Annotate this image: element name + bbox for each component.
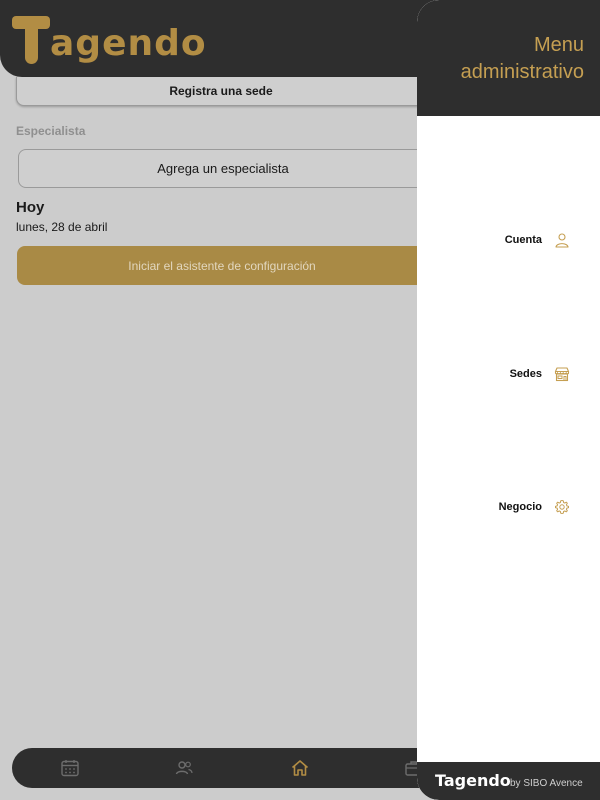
add-especialista-button[interactable]: Agrega un especialista (18, 149, 428, 188)
register-sede-button[interactable]: Registra una sede (16, 77, 426, 106)
user-icon (555, 233, 569, 248)
tagendo-logo: agendo (12, 10, 207, 66)
calendar-icon[interactable] (60, 758, 80, 778)
footer-logo: Tagendo (435, 771, 511, 790)
drawer-header: Menu administrativo (417, 0, 600, 116)
menu-item-negocio[interactable]: Negocio (499, 499, 570, 515)
footer-by-text: by SIBO Avence (510, 778, 583, 789)
menu-item-label: Cuenta (504, 234, 542, 246)
admin-menu-drawer: Menu administrativo Cuenta Sedes Negocio… (417, 0, 600, 800)
menu-item-label: Sedes (509, 368, 542, 380)
menu-item-sedes[interactable]: Sedes (510, 366, 570, 382)
home-icon[interactable] (290, 758, 310, 778)
drawer-footer: Tagendo by SIBO Avence (417, 762, 600, 800)
bottom-nav (12, 748, 452, 788)
menu-item-label: Negocio (498, 501, 542, 513)
menu-item-cuenta[interactable]: Cuenta (505, 232, 570, 248)
people-icon[interactable] (174, 758, 194, 778)
today-date: lunes, 28 de abril (16, 220, 108, 234)
especialista-section-label: Especialista (16, 124, 86, 138)
store-icon (554, 367, 570, 382)
start-wizard-button[interactable]: Iniciar el asistente de configuración (17, 246, 427, 285)
logo-t-mark (12, 16, 50, 66)
gear-icon (555, 500, 569, 514)
logo-text: agendo (50, 23, 207, 64)
drawer-title: Menu administrativo (460, 34, 584, 83)
today-title: Hoy (16, 199, 45, 216)
